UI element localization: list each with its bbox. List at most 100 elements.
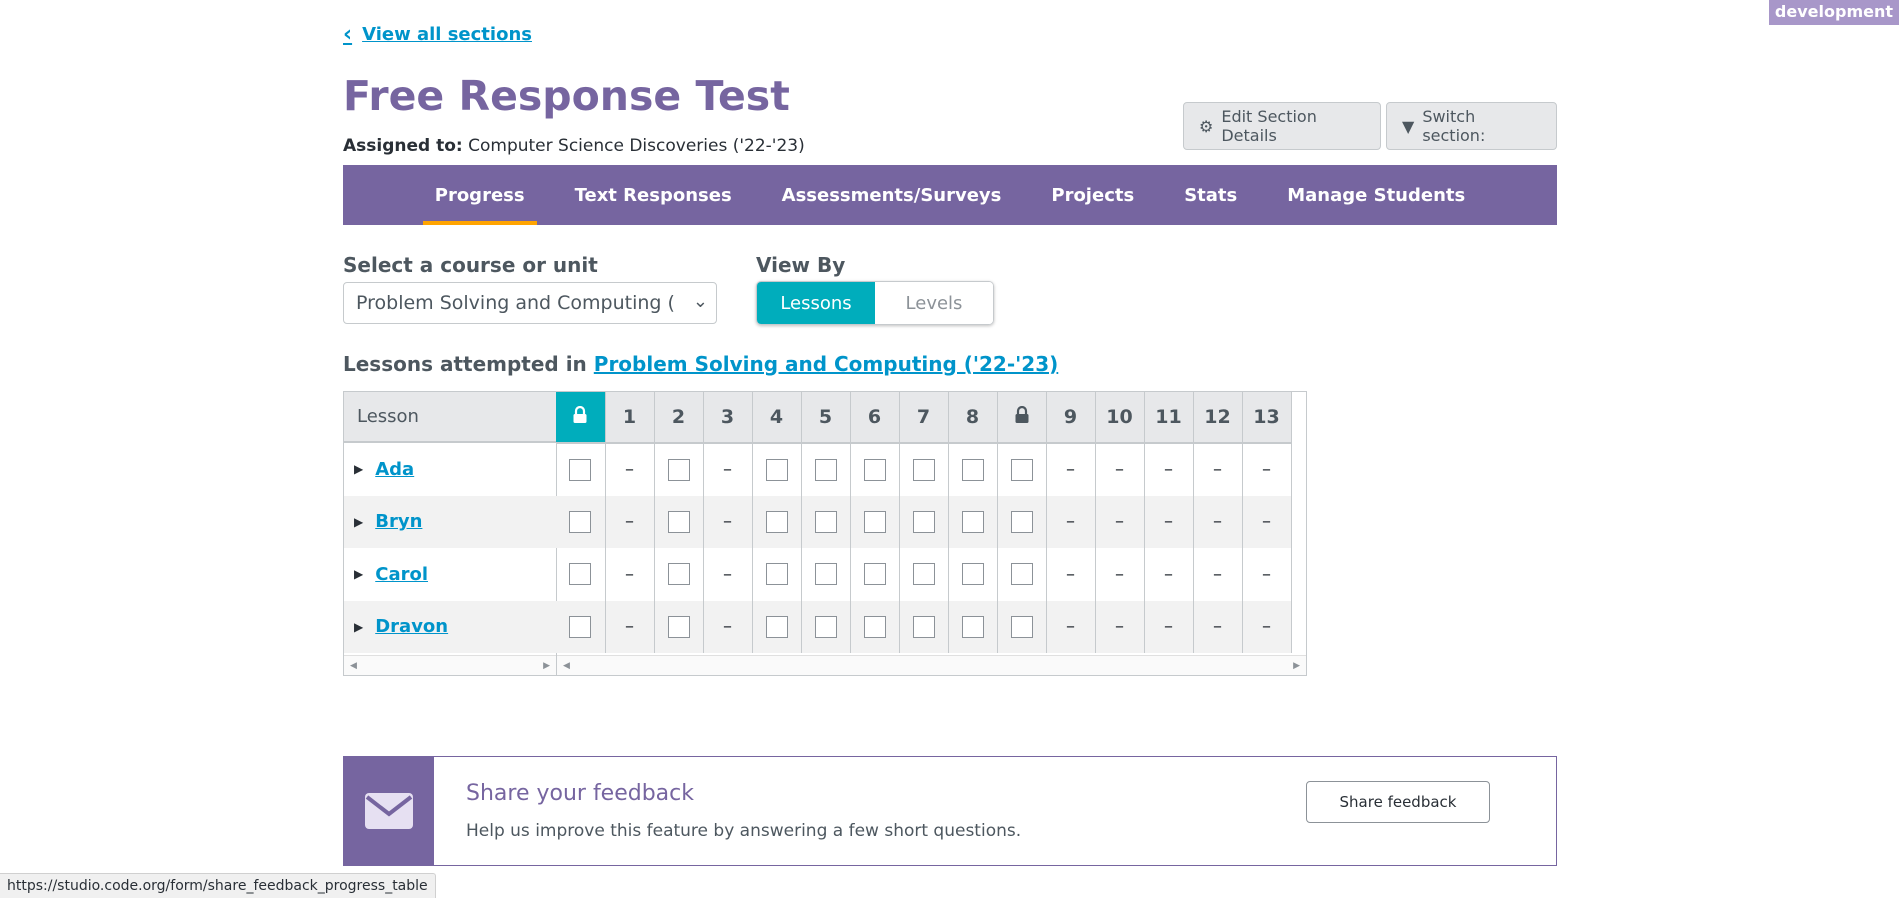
progress-bubble[interactable] xyxy=(654,600,704,653)
progress-bubble[interactable] xyxy=(948,443,998,496)
view-by-label: View By xyxy=(756,253,846,277)
progress-bubble[interactable] xyxy=(948,600,998,653)
progress-bubble[interactable] xyxy=(997,548,1047,601)
chevron-left-icon: ‹ xyxy=(343,22,353,47)
progress-bubble[interactable] xyxy=(997,443,1047,496)
lock-icon[interactable] xyxy=(997,392,1047,444)
progress-bubble[interactable] xyxy=(752,495,802,548)
lesson-column-header[interactable]: 5 xyxy=(801,392,851,444)
lesson-column-header[interactable]: 7 xyxy=(899,392,949,444)
progress-bubble[interactable] xyxy=(850,443,900,496)
lesson-column-header[interactable]: 12 xyxy=(1193,392,1243,444)
student-name-link[interactable]: Dravon xyxy=(375,616,448,637)
progress-bubble[interactable] xyxy=(948,548,998,601)
expand-triangle-icon[interactable]: ▶ xyxy=(354,567,363,581)
progress-bubble[interactable] xyxy=(801,548,851,601)
feedback-banner: Share your feedback Help us improve this… xyxy=(343,756,1557,866)
progress-bubble[interactable] xyxy=(752,548,802,601)
progress-bubble[interactable] xyxy=(752,600,802,653)
progress-bubble[interactable] xyxy=(801,495,851,548)
no-progress-dash: – xyxy=(605,548,655,601)
progress-row: – – – – – – – xyxy=(556,548,1292,601)
lesson-column-header[interactable]: 1 xyxy=(605,392,655,444)
course-select[interactable]: Problem Solving and Computing ( ⌄ xyxy=(343,282,717,324)
tab-assessments-surveys[interactable]: Assessments/Surveys xyxy=(770,165,1014,225)
progress-bubble[interactable] xyxy=(556,600,606,653)
expand-triangle-icon[interactable]: ▶ xyxy=(354,462,363,476)
progress-bubble[interactable] xyxy=(899,600,949,653)
progress-bubble[interactable] xyxy=(899,548,949,601)
student-name-link[interactable]: Bryn xyxy=(375,511,422,532)
progress-row: – – – – – – – xyxy=(556,600,1292,653)
no-progress-dash: – xyxy=(1095,548,1145,601)
tab-projects[interactable]: Projects xyxy=(1039,165,1146,225)
student-name-link[interactable]: Ada xyxy=(375,459,414,480)
tab-manage-students[interactable]: Manage Students xyxy=(1275,165,1477,225)
gear-icon: ⚙ xyxy=(1199,116,1214,136)
progress-bubble[interactable] xyxy=(556,495,606,548)
progress-bubble[interactable] xyxy=(556,443,606,496)
progress-bubble[interactable] xyxy=(850,495,900,548)
environment-badge: development xyxy=(1768,0,1899,25)
lesson-column-header[interactable]: 10 xyxy=(1095,392,1145,444)
no-progress-dash: – xyxy=(605,600,655,653)
expand-triangle-icon[interactable]: ▶ xyxy=(354,620,363,634)
lesson-column-header[interactable]: 11 xyxy=(1144,392,1194,444)
scroll-right-icon[interactable]: ▶ xyxy=(543,661,550,671)
status-bar-url: https://studio.code.org/form/share_feedb… xyxy=(0,873,436,898)
back-link-label[interactable]: View all sections xyxy=(362,24,532,45)
scroll-left-icon[interactable]: ◀ xyxy=(350,661,357,671)
no-progress-dash: – xyxy=(1144,548,1194,601)
progress-bubble[interactable] xyxy=(654,495,704,548)
scroll-left-icon[interactable]: ◀ xyxy=(563,661,570,671)
progress-bubble[interactable] xyxy=(899,495,949,548)
tab-text-responses[interactable]: Text Responses xyxy=(563,165,744,225)
names-horizontal-scrollbar[interactable]: ◀ ▶ xyxy=(344,655,556,675)
view-by-lessons-button[interactable]: Lessons xyxy=(757,282,875,324)
lesson-header: Lesson xyxy=(344,392,556,443)
unit-link[interactable]: Problem Solving and Computing ('22-'23) xyxy=(594,352,1058,376)
lesson-column-header[interactable]: 4 xyxy=(752,392,802,444)
progress-bubble[interactable] xyxy=(556,548,606,601)
progress-bubble[interactable] xyxy=(654,548,704,601)
view-by-levels-button[interactable]: Levels xyxy=(875,282,993,324)
expand-triangle-icon[interactable]: ▶ xyxy=(354,515,363,529)
section-tabs: Progress Text Responses Assessments/Surv… xyxy=(343,165,1557,225)
tab-progress[interactable]: Progress xyxy=(422,165,537,225)
progress-bubble[interactable] xyxy=(997,495,1047,548)
progress-bubble[interactable] xyxy=(899,443,949,496)
progress-bubble[interactable] xyxy=(948,495,998,548)
lesson-column-header[interactable]: 3 xyxy=(703,392,753,444)
progress-bubble[interactable] xyxy=(801,443,851,496)
lessons-horizontal-scrollbar[interactable]: ◀ ▶ xyxy=(557,655,1306,675)
lesson-column-header[interactable]: 2 xyxy=(654,392,704,444)
no-progress-dash: – xyxy=(703,495,753,548)
progress-bubble[interactable] xyxy=(654,443,704,496)
tab-stats[interactable]: Stats xyxy=(1172,165,1249,225)
lesson-column-header[interactable]: 13 xyxy=(1242,392,1292,444)
scroll-right-icon[interactable]: ▶ xyxy=(1293,661,1300,671)
edit-section-details-button[interactable]: ⚙ Edit Section Details xyxy=(1183,102,1381,150)
no-progress-dash: – xyxy=(1095,443,1145,496)
progress-bubble[interactable] xyxy=(752,443,802,496)
student-name-link[interactable]: Carol xyxy=(375,564,428,585)
lock-icon[interactable] xyxy=(556,392,606,444)
progress-bubble[interactable] xyxy=(801,600,851,653)
progress-table: Lesson ▶ Ada ▶ Bryn ▶ Carol ▶ Dravon ◀ ▶ 123456… xyxy=(343,391,1307,676)
no-progress-dash: – xyxy=(1242,443,1292,496)
lesson-column-header[interactable]: 9 xyxy=(1046,392,1096,444)
lesson-column-header[interactable]: 6 xyxy=(850,392,900,444)
no-progress-dash: – xyxy=(1242,600,1292,653)
envelope-icon xyxy=(365,793,413,829)
progress-bubble[interactable] xyxy=(997,600,1047,653)
progress-bubble[interactable] xyxy=(850,548,900,601)
switch-section-button[interactable]: ▼ Switch section: xyxy=(1386,102,1557,150)
course-select-value: Problem Solving and Computing ( xyxy=(356,292,675,314)
lesson-columns: 1 2 3 4 5 6 7 8 9 10 11 12 13 – – – – – – – – – – – – – – – – – – – – – –… xyxy=(556,392,1306,675)
lesson-column-header[interactable]: 8 xyxy=(948,392,998,444)
share-feedback-button[interactable]: Share feedback xyxy=(1306,781,1490,823)
no-progress-dash: – xyxy=(703,443,753,496)
view-all-sections-link[interactable]: ‹ View all sections xyxy=(343,22,532,47)
no-progress-dash: – xyxy=(1242,495,1292,548)
progress-bubble[interactable] xyxy=(850,600,900,653)
